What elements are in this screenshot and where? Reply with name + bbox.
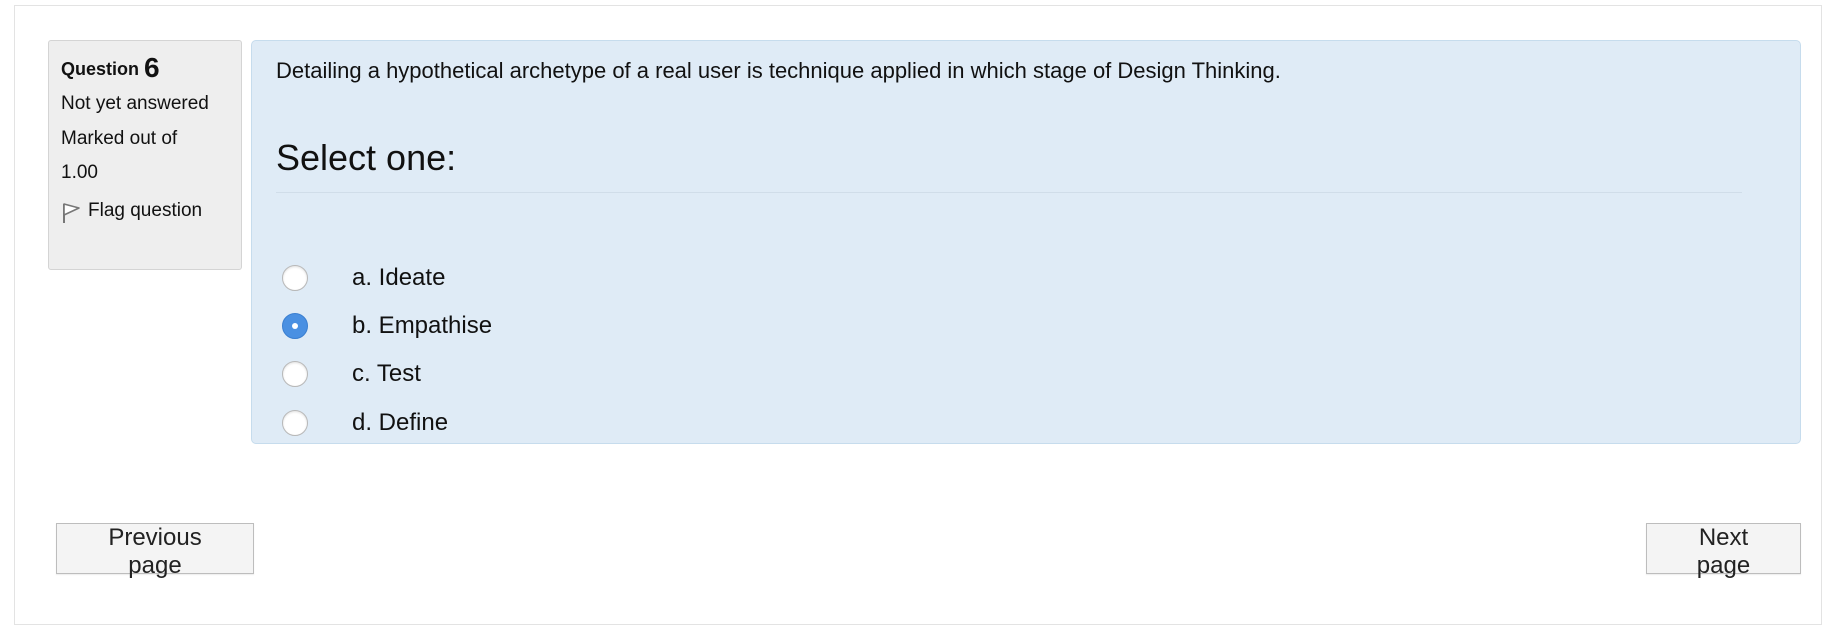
question-info-panel: Question 6 Not yet answered Marked out o… — [48, 40, 242, 270]
select-one-prompt: Select one: — [276, 137, 457, 178]
answer-option-label: b. Empathise — [352, 312, 493, 339]
radio-button-d[interactable] — [282, 410, 308, 436]
answer-option-b[interactable]: b. Empathise — [282, 308, 492, 344]
next-page-button[interactable]: Next page — [1646, 523, 1801, 579]
radio-button-b[interactable] — [282, 313, 308, 339]
answer-option-label: c. Test — [352, 360, 421, 387]
question-label: Question — [61, 59, 140, 79]
grade-value: 1.00 — [61, 162, 98, 183]
prompt-divider — [276, 192, 1742, 193]
radio-button-c[interactable] — [282, 361, 308, 387]
grade-label: Marked out of — [61, 128, 178, 149]
answer-option-label: a. Ideate — [352, 264, 446, 291]
question-text: Detailing a hypothetical archetype of a … — [276, 58, 1281, 83]
question-state: Not yet answered — [61, 93, 209, 114]
answer-option-d[interactable]: d. Define — [282, 405, 448, 441]
question-number-heading: Question 6 — [61, 52, 229, 83]
answer-option-a[interactable]: a. Ideate — [282, 260, 445, 296]
flag-question-label: Flag question — [88, 200, 203, 221]
answer-option-label: d. Define — [352, 409, 449, 436]
flag-question-button[interactable]: Flag question — [61, 198, 229, 224]
previous-page-button[interactable]: Previous page — [56, 523, 254, 579]
flag-icon — [63, 203, 80, 223]
question-number: 6 — [144, 52, 160, 83]
question-content-panel: Detailing a hypothetical archetype of a … — [251, 40, 1801, 444]
question-grade: Marked out of 1.00 — [61, 122, 229, 190]
radio-button-a[interactable] — [282, 265, 308, 291]
answer-option-c[interactable]: c. Test — [282, 356, 421, 392]
